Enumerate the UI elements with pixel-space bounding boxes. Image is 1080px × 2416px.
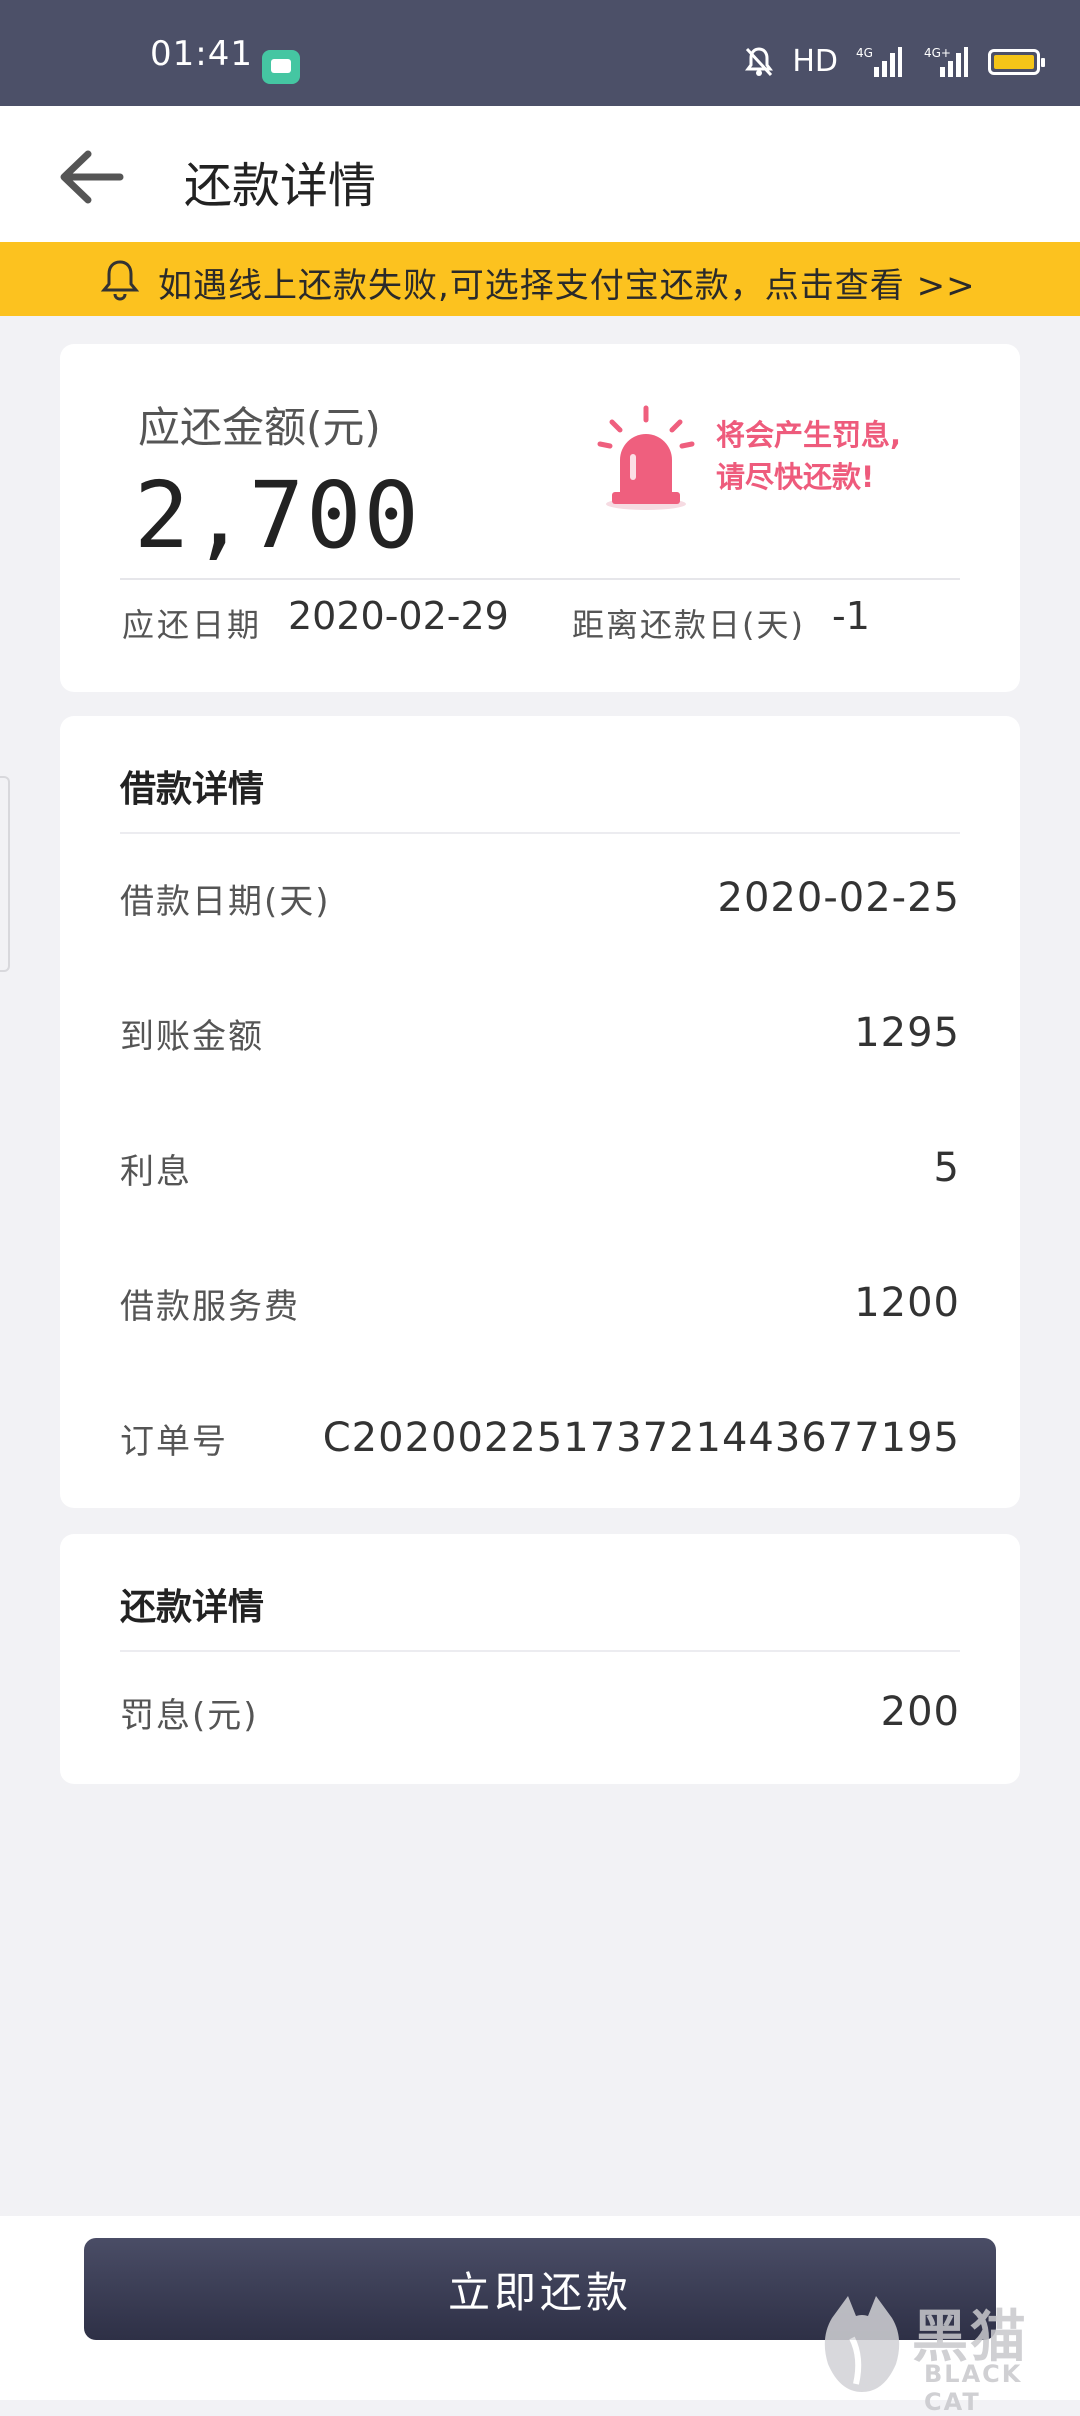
divider bbox=[120, 1650, 960, 1652]
status-icons: HD 4G 4G+ bbox=[744, 44, 1045, 79]
repay-details-card: 还款详情 罚息(元) 200 bbox=[60, 1534, 1020, 1784]
notice-text: 如遇线上还款失败,可选择支付宝还款，点击查看 >> bbox=[158, 266, 976, 306]
detail-value: 5 bbox=[933, 1145, 960, 1191]
status-time: 01:41 bbox=[150, 34, 253, 74]
bell-icon bbox=[100, 258, 140, 306]
detail-label: 借款服务费 bbox=[120, 1286, 300, 1327]
detail-value: 2020-02-25 bbox=[717, 875, 960, 921]
detail-row-service-fee: 借款服务费 1200 bbox=[120, 1273, 960, 1333]
loan-details-card: 借款详情 借款日期(天) 2020-02-25 到账金额 1295 利息 5 借… bbox=[60, 716, 1020, 1508]
detail-row-penalty-interest: 罚息(元) 200 bbox=[120, 1682, 960, 1742]
warning-line-1: 将会产生罚息, bbox=[716, 418, 902, 452]
section-title: 还款详情 bbox=[120, 1587, 265, 1628]
notice-bar[interactable]: 如遇线上还款失败,可选择支付宝还款，点击查看 >> bbox=[0, 242, 1080, 316]
detail-label: 到账金额 bbox=[120, 1016, 264, 1057]
amount-card: 应还金额(元) 2,700 将会产生罚息, 请尽快还款! 应还日期 2020-0… bbox=[60, 344, 1020, 692]
detail-row-received-amount: 到账金额 1295 bbox=[120, 1003, 960, 1063]
page-title: 还款详情 bbox=[184, 158, 377, 214]
app-header: 还款详情 bbox=[0, 106, 1080, 242]
days-left-value: -1 bbox=[832, 594, 870, 638]
status-bar: 01:41 HD 4G 4G+ bbox=[0, 0, 1080, 106]
detail-row-loan-date: 借款日期(天) 2020-02-25 bbox=[120, 868, 960, 928]
signal-4g-plus-icon: 4G+ bbox=[920, 45, 970, 79]
detail-row-interest: 利息 5 bbox=[120, 1138, 960, 1198]
message-notification-icon bbox=[262, 50, 300, 84]
back-button[interactable] bbox=[54, 140, 128, 214]
amount-label: 应还金额(元) bbox=[138, 403, 381, 452]
detail-label: 利息 bbox=[120, 1151, 192, 1192]
detail-value: 1295 bbox=[854, 1010, 960, 1056]
section-title: 借款详情 bbox=[120, 769, 265, 810]
due-date-value: 2020-02-29 bbox=[288, 594, 509, 638]
black-cat-watermark: 黑猫 BLACK CAT bbox=[812, 2288, 1080, 2416]
detail-value: 200 bbox=[880, 1689, 960, 1735]
network-hd-label: HD bbox=[792, 44, 838, 79]
detail-value: 1200 bbox=[854, 1280, 960, 1326]
alarm-light-icon bbox=[596, 404, 696, 518]
watermark-text-en: BLACK CAT bbox=[924, 2360, 1023, 2416]
penalty-warning: 将会产生罚息, 请尽快还款! bbox=[716, 414, 901, 498]
divider bbox=[120, 832, 960, 834]
days-left-label: 距离还款日(天) bbox=[572, 606, 805, 644]
scroll-indicator bbox=[0, 776, 10, 972]
due-date-label: 应还日期 bbox=[122, 606, 263, 644]
amount-value: 2,700 bbox=[134, 462, 421, 569]
detail-value: C2020022517372144367719​5 bbox=[322, 1415, 960, 1461]
bell-muted-icon bbox=[744, 46, 774, 78]
detail-label: 订单号 bbox=[120, 1421, 228, 1462]
svg-text:4G: 4G bbox=[856, 46, 873, 60]
detail-row-order-number: 订单号 C2020022517372144367719​5 bbox=[120, 1408, 960, 1468]
svg-text:4G+: 4G+ bbox=[924, 46, 951, 60]
detail-label: 借款日期(天) bbox=[120, 881, 331, 922]
divider bbox=[120, 578, 960, 580]
battery-icon bbox=[988, 48, 1045, 75]
black-cat-logo-icon bbox=[824, 2296, 900, 2392]
arrow-left-icon bbox=[60, 150, 124, 204]
signal-4g-icon: 4G bbox=[856, 45, 902, 79]
detail-label: 罚息(元) bbox=[120, 1695, 259, 1736]
warning-line-2: 请尽快还款! bbox=[716, 460, 875, 494]
